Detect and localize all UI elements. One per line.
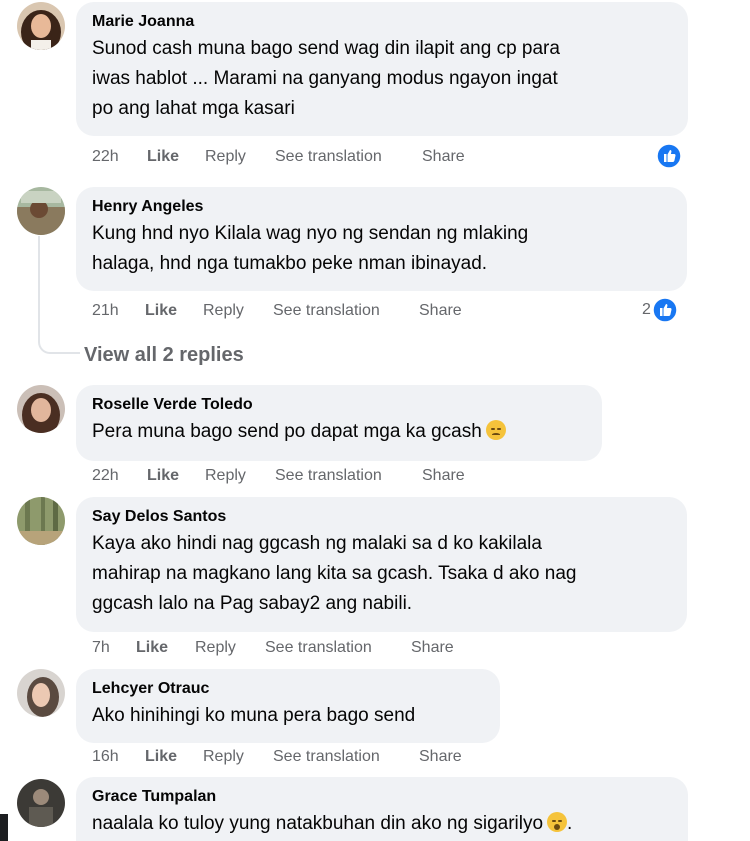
comment-line: Pera muna bago send po dapat mga ka gcas… (92, 421, 482, 442)
comment-line: Ako hinihingi ko muna pera bago send (92, 705, 416, 726)
like-reaction-icon (656, 143, 682, 169)
see-translation-link[interactable]: See translation (275, 465, 382, 487)
comment-text: Pera muna bago send po dapat mga ka gcas… (92, 417, 586, 447)
see-translation-link[interactable]: See translation (275, 146, 382, 168)
reaction-summary[interactable] (656, 143, 682, 169)
comment-bubble: Grace Tumpalan naalala ko tuloy yung nat… (76, 777, 688, 841)
like-button[interactable]: Like (145, 300, 177, 322)
trailing-period: . (567, 813, 573, 834)
like-button[interactable]: Like (147, 465, 179, 487)
comment-author[interactable]: Roselle Verde Toledo (92, 395, 586, 415)
comment-author[interactable]: Henry Angeles (92, 197, 671, 217)
comment-actions: 22h Like Reply See translation Share (92, 465, 512, 487)
see-translation-link[interactable]: See translation (273, 746, 380, 768)
comment-bubble: Marie Joanna Sunod cash muna bago send w… (76, 2, 688, 136)
reply-button[interactable]: Reply (203, 746, 244, 768)
reply-thread-connector (38, 236, 80, 354)
comment-timestamp[interactable]: 21h (92, 300, 119, 322)
comment-text: Kung hnd nyo Kilala wag nyo ng sendan ng… (92, 219, 671, 279)
comment-author[interactable]: Marie Joanna (92, 12, 672, 32)
comment-timestamp[interactable]: 22h (92, 465, 119, 487)
comment-bubble: Henry Angeles Kung hnd nyo Kilala wag ny… (76, 187, 687, 291)
comment-line: po ang lahat mga kasari (92, 98, 295, 119)
comment-text: naalala ko tuloy yung natakbuhan din ako… (92, 809, 672, 839)
comment-timestamp[interactable]: 22h (92, 146, 119, 168)
comment-actions: 22h Like Reply See translation Share (92, 146, 512, 168)
comments-panel: Marie Joanna Sunod cash muna bago send w… (0, 0, 750, 841)
comment-text: Ako hinihingi ko muna pera bago send (92, 701, 484, 731)
avatar[interactable] (17, 779, 65, 827)
view-all-replies-link[interactable]: View all 2 replies (84, 342, 244, 368)
share-button[interactable]: Share (411, 637, 454, 659)
avatar[interactable] (17, 385, 65, 433)
comment-line: halaga, hnd nga tumakbo peke nman ibinay… (92, 253, 488, 274)
comment-line: mahirap na magkano lang kita sa gcash. T… (92, 563, 577, 584)
share-button[interactable]: Share (422, 465, 465, 487)
reaction-count: 2 (642, 301, 651, 318)
comment-bubble: Roselle Verde Toledo Pera muna bago send… (76, 385, 602, 461)
see-translation-link[interactable]: See translation (273, 300, 380, 322)
comment-line: Sunod cash muna bago send wag din ilapit… (92, 38, 560, 59)
comment-line: Kung hnd nyo Kilala wag nyo ng sendan ng… (92, 223, 529, 244)
comment-author[interactable]: Say Delos Santos (92, 507, 671, 527)
comment-timestamp[interactable]: 16h (92, 746, 119, 768)
reply-button[interactable]: Reply (195, 637, 236, 659)
like-button[interactable]: Like (136, 637, 168, 659)
like-reaction-icon (652, 297, 678, 323)
avatar[interactable] (17, 497, 65, 545)
comment-timestamp[interactable]: 7h (92, 637, 110, 659)
comment-text: Sunod cash muna bago send wag din ilapit… (92, 34, 672, 124)
comment-actions: 7h Like Reply See translation Share (92, 637, 512, 659)
like-button[interactable]: Like (147, 146, 179, 168)
comment-line: ggcash lalo na Pag sabay2 ang nabili. (92, 593, 413, 614)
sad-face-emoji-icon (485, 420, 506, 440)
comment-author[interactable]: Grace Tumpalan (92, 787, 672, 807)
comment-bubble: Say Delos Santos Kaya ako hindi nag ggca… (76, 497, 687, 632)
comment-bubble: Lehcyer Otrauc Ako hinihingi ko muna per… (76, 669, 500, 743)
comment-author[interactable]: Lehcyer Otrauc (92, 679, 484, 699)
share-button[interactable]: Share (422, 146, 465, 168)
share-button[interactable]: Share (419, 746, 462, 768)
window-edge (0, 814, 8, 841)
comment-line: naalala ko tuloy yung natakbuhan din ako… (92, 813, 544, 834)
avatar[interactable] (17, 187, 65, 235)
reply-button[interactable]: Reply (203, 300, 244, 322)
reply-button[interactable]: Reply (205, 465, 246, 487)
scream-face-emoji-icon (547, 812, 568, 832)
comment-actions: 21h Like Reply See translation Share (92, 300, 512, 322)
like-button[interactable]: Like (145, 746, 177, 768)
avatar[interactable] (17, 2, 65, 50)
comment-text: Kaya ako hindi nag ggcash ng malaki sa d… (92, 529, 671, 619)
avatar[interactable] (17, 669, 65, 717)
comment-line: iwas hablot ... Marami na ganyang modus … (92, 68, 558, 89)
comment-line: Kaya ako hindi nag ggcash ng malaki sa d… (92, 533, 542, 554)
reply-button[interactable]: Reply (205, 146, 246, 168)
comment-actions: 16h Like Reply See translation Share (92, 746, 512, 768)
share-button[interactable]: Share (419, 300, 462, 322)
reaction-summary[interactable]: 2 (642, 297, 678, 323)
see-translation-link[interactable]: See translation (265, 637, 372, 659)
